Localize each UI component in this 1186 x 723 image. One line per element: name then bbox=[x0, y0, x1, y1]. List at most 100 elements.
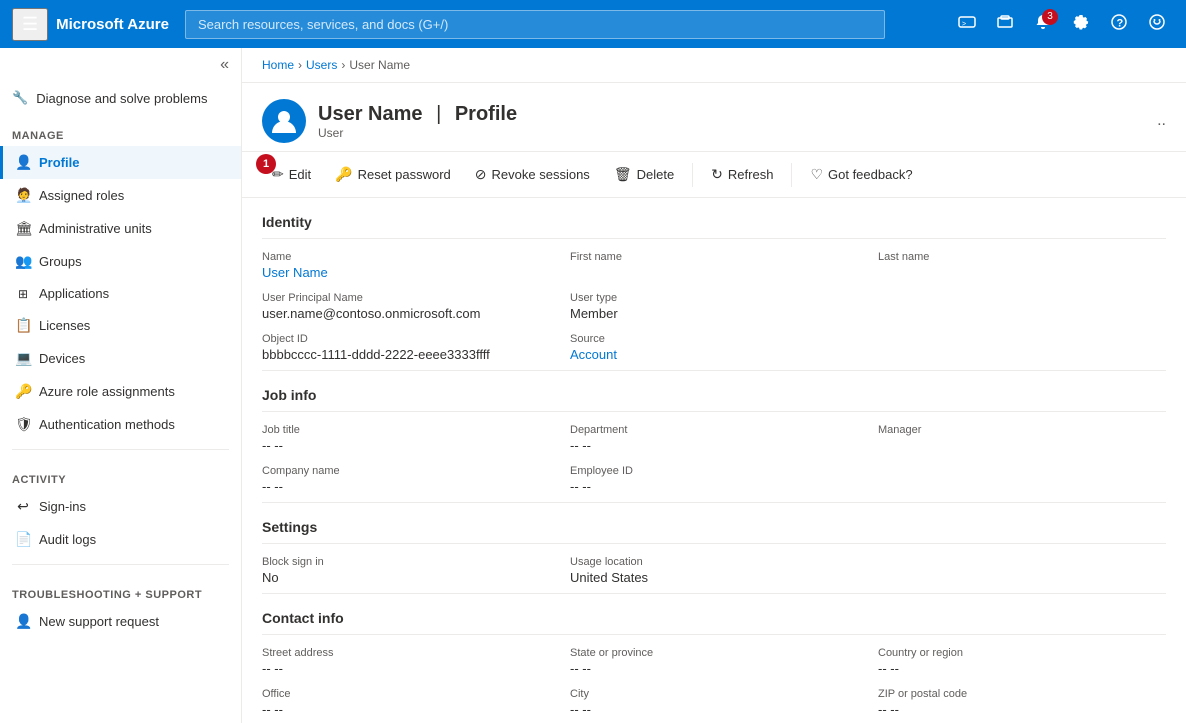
breadcrumb: Home › Users › User Name bbox=[262, 58, 1166, 72]
page-header: User Name | Profile User .. bbox=[242, 83, 1186, 152]
search-input[interactable] bbox=[185, 10, 885, 39]
toolbar-sep bbox=[692, 163, 693, 187]
sidebar-item-audit-logs[interactable]: 📄 Audit logs bbox=[0, 523, 241, 556]
field-jobtitle-label: Job title bbox=[262, 424, 550, 436]
sidebar-item-groups[interactable]: 👥 Groups bbox=[0, 245, 241, 278]
sidebar-item-applications[interactable]: ⊞ Applications bbox=[0, 278, 241, 309]
field-usertype: User type Member bbox=[570, 292, 858, 321]
source-link[interactable]: Account bbox=[570, 347, 617, 362]
devices-icon: 💻 bbox=[15, 350, 31, 367]
field-zip-label: ZIP or postal code bbox=[878, 688, 1166, 700]
field-usagelocation: Usage location United States bbox=[570, 556, 858, 585]
field-name: Name User Name bbox=[262, 251, 550, 280]
field-blocksignin: Block sign in No bbox=[262, 556, 550, 585]
field-department: Department -- -- bbox=[570, 424, 858, 453]
field-jobtitle-value: -- -- bbox=[262, 438, 550, 453]
notifications-button[interactable]: 3 bbox=[1026, 7, 1060, 42]
directory-button[interactable] bbox=[988, 7, 1022, 42]
field-street-label: Street address bbox=[262, 647, 550, 659]
sidebar-item-sign-ins[interactable]: ↩ Sign-ins bbox=[0, 490, 241, 523]
support-icon: 👤 bbox=[15, 613, 31, 630]
reset-password-label: Reset password bbox=[358, 167, 451, 182]
breadcrumb-sep1: › bbox=[298, 58, 302, 72]
sidebar-divider-2 bbox=[12, 564, 229, 565]
notification-badge: 3 bbox=[1042, 9, 1058, 25]
field-upn: User Principal Name user.name@contoso.on… bbox=[262, 292, 550, 321]
contactinfo-grid: Street address -- -- State or province -… bbox=[262, 647, 1166, 723]
sidebar-item-assigned-roles[interactable]: 🧑‍💼 Assigned roles bbox=[0, 179, 241, 212]
more-options[interactable]: .. bbox=[1157, 112, 1166, 130]
field-objectid-label: Object ID bbox=[262, 333, 550, 345]
jobinfo-section-title: Job info bbox=[262, 371, 1166, 412]
field-source-label: Source bbox=[570, 333, 858, 345]
field-lastname-label: Last name bbox=[878, 251, 1166, 263]
step1-badge: 1 bbox=[256, 154, 276, 174]
field-company: Company name -- -- bbox=[262, 465, 550, 494]
sidebar-item-diagnose[interactable]: 🔧 Diagnose and solve problems bbox=[0, 82, 241, 114]
field-source-value: Account bbox=[570, 347, 858, 362]
field-state-label: State or province bbox=[570, 647, 858, 659]
field-office-label: Office bbox=[262, 688, 550, 700]
breadcrumb-users[interactable]: Users bbox=[306, 58, 337, 72]
user-avatar bbox=[262, 99, 306, 143]
sidebar-item-authentication-methods[interactable]: 🛡 Authentication methods bbox=[0, 408, 241, 441]
edit-button-wrapper: 1 ✏ Edit bbox=[262, 160, 321, 189]
feedback-button[interactable] bbox=[1140, 7, 1174, 42]
field-zip-value: -- -- bbox=[878, 702, 1166, 717]
breadcrumb-home[interactable]: Home bbox=[262, 58, 294, 72]
field-manager-label: Manager bbox=[878, 424, 1166, 436]
breadcrumb-area: Home › Users › User Name bbox=[242, 48, 1186, 83]
sign-ins-label: Sign-ins bbox=[39, 499, 86, 514]
settings-button[interactable] bbox=[1064, 7, 1098, 42]
groups-icon: 👥 bbox=[15, 253, 31, 270]
refresh-button[interactable]: ↻ Refresh bbox=[701, 160, 783, 189]
field-manager: Manager bbox=[878, 424, 1166, 453]
audit-logs-label: Audit logs bbox=[39, 532, 96, 547]
user-name-title: User Name bbox=[318, 103, 423, 125]
devices-label: Devices bbox=[39, 351, 85, 366]
field-employeeid-label: Employee ID bbox=[570, 465, 858, 477]
sidebar-item-azure-role-assignments[interactable]: 🔑 Azure role assignments bbox=[0, 375, 241, 408]
field-usagelocation-value: United States bbox=[570, 570, 858, 585]
field-employeeid: Employee ID -- -- bbox=[570, 465, 858, 494]
sidebar-item-administrative-units[interactable]: 🏛 Administrative units bbox=[0, 212, 241, 245]
contactinfo-section-title: Contact info bbox=[262, 594, 1166, 635]
hamburger-button[interactable]: ☰ bbox=[12, 8, 48, 41]
applications-icon: ⊞ bbox=[15, 287, 31, 301]
field-empty2 bbox=[878, 333, 1166, 362]
feedback-button[interactable]: ♡ Got feedback? bbox=[800, 160, 922, 189]
delete-icon: 🗑 bbox=[614, 166, 632, 183]
reset-password-button[interactable]: 🔑 Reset password bbox=[325, 160, 461, 189]
edit-label: Edit bbox=[289, 167, 311, 182]
field-company-value: -- -- bbox=[262, 479, 550, 494]
sidebar-item-devices[interactable]: 💻 Devices bbox=[0, 342, 241, 375]
field-usertype-value: Member bbox=[570, 306, 858, 321]
breadcrumb-sep2: › bbox=[341, 58, 345, 72]
field-name-value: User Name bbox=[262, 265, 550, 280]
field-objectid-value: bbbbcccc-1111-dddd-2222-eeee3333ffff bbox=[262, 347, 550, 362]
topbar: ☰ Microsoft Azure >_ 3 ? bbox=[0, 0, 1186, 48]
revoke-icon: ⊘ bbox=[475, 166, 487, 183]
help-button[interactable]: ? bbox=[1102, 7, 1136, 42]
field-city: City -- -- bbox=[570, 688, 858, 717]
delete-button[interactable]: 🗑 Delete bbox=[604, 160, 684, 189]
admin-units-label: Administrative units bbox=[39, 221, 152, 236]
field-objectid: Object ID bbbbcccc-1111-dddd-2222-eeee33… bbox=[262, 333, 550, 362]
field-upn-label: User Principal Name bbox=[262, 292, 550, 304]
sidebar-item-licenses[interactable]: 📋 Licenses bbox=[0, 309, 241, 342]
sidebar-item-new-support-request[interactable]: 👤 New support request bbox=[0, 605, 241, 638]
diagnose-label: Diagnose and solve problems bbox=[36, 91, 207, 106]
field-jobtitle: Job title -- -- bbox=[262, 424, 550, 453]
field-company-label: Company name bbox=[262, 465, 550, 477]
field-department-label: Department bbox=[570, 424, 858, 436]
sidebar-item-profile[interactable]: 👤 Profile bbox=[0, 146, 241, 179]
azure-roles-label: Azure role assignments bbox=[39, 384, 175, 399]
cloud-shell-button[interactable]: >_ bbox=[950, 7, 984, 42]
field-employeeid-value: -- -- bbox=[570, 479, 858, 494]
user-role: User bbox=[318, 126, 517, 140]
field-state-value: -- -- bbox=[570, 661, 858, 676]
troubleshooting-section-title: Troubleshooting + Support bbox=[0, 573, 241, 605]
collapse-button[interactable]: « bbox=[0, 48, 241, 82]
revoke-sessions-button[interactable]: ⊘ Revoke sessions bbox=[465, 160, 600, 189]
field-country-label: Country or region bbox=[878, 647, 1166, 659]
